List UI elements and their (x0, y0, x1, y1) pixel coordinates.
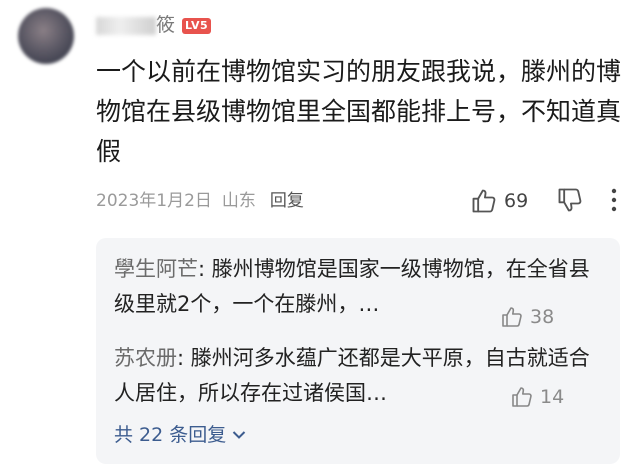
reply-like-button[interactable]: 14 (510, 385, 564, 409)
chevron-down-icon (233, 431, 246, 439)
like-icon (512, 387, 532, 407)
replies-box: 學生阿芒: 滕州博物馆是国家一级博物馆，在全省县级里就2个，一个在滕州，… 38… (96, 238, 620, 464)
reply-like-button[interactable]: 38 (500, 305, 554, 329)
like-count: 69 (504, 190, 529, 212)
like-button[interactable]: 69 (470, 184, 528, 218)
like-icon (472, 189, 496, 213)
avatar[interactable] (18, 8, 74, 64)
level-badge: LV5 (182, 18, 212, 34)
like-icon (502, 307, 522, 327)
dislike-icon (558, 188, 582, 212)
comment-date: 2023年1月2日 (96, 191, 212, 211)
reply-like-count: 38 (530, 306, 555, 328)
comment-location: 山东 (221, 191, 256, 211)
username-visible: 筱 (156, 14, 177, 36)
comment-meta: 2023年1月2日 山东 回复 (96, 184, 304, 218)
view-all-replies-link[interactable]: 共 22 条回复 (114, 420, 246, 450)
comment-text: 一个以前在博物馆实习的朋友跟我说，滕州的博物馆在县级博物馆里全国都能排上号，不知… (96, 57, 622, 166)
more-button[interactable] (606, 186, 622, 218)
reply-author[interactable]: 學生阿芒 (114, 257, 198, 281)
reply-button[interactable]: 回复 (270, 191, 304, 211)
reply-like-count: 14 (540, 386, 565, 408)
username[interactable]: 筱 (96, 12, 176, 38)
dislike-button[interactable] (556, 186, 584, 218)
reply-separator: : (177, 346, 191, 370)
username-blurred (96, 16, 156, 35)
reply-separator: : (198, 257, 212, 281)
reply-author[interactable]: 苏农册 (114, 346, 177, 370)
more-icon (611, 188, 617, 212)
total-replies-label: 共 22 条回复 (114, 424, 227, 446)
